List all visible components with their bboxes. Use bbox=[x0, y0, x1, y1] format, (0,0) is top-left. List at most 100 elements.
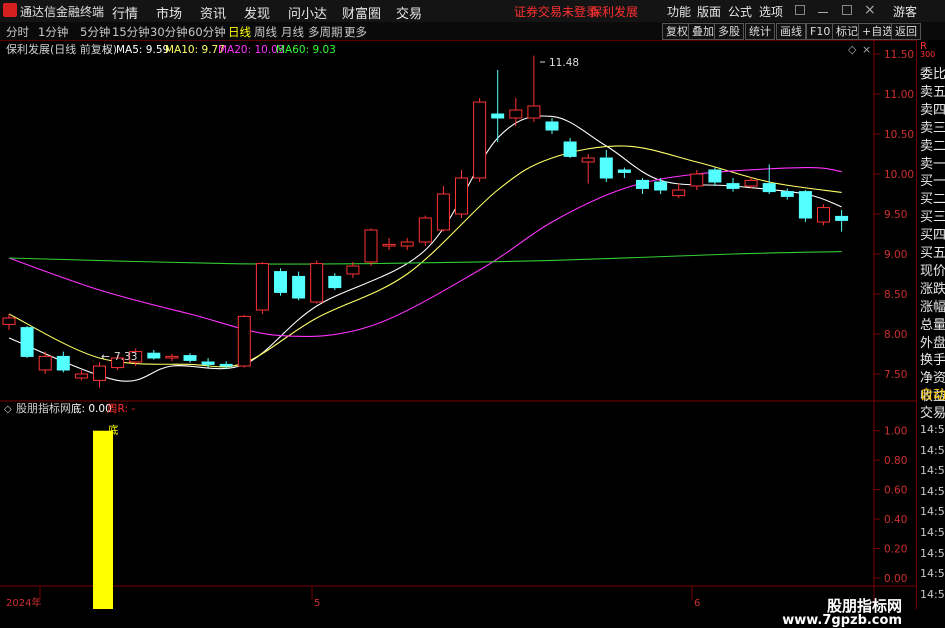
ma20-label: MA20: 10.03 bbox=[218, 44, 285, 56]
menu-bar: 通达信金融终端 行情 市场 资讯 发现 问小达 财富圈 交易 证券交易未登录 保… bbox=[0, 0, 945, 23]
quote-field-label: 涨跌 bbox=[920, 281, 945, 297]
ma10-label: MA10: 9.77 bbox=[165, 44, 225, 56]
menu-layout[interactable]: 版面 bbox=[697, 3, 721, 20]
candle bbox=[672, 183, 686, 198]
y-axis-main: 11.50 11.00 10.50 10.00 9.50 9.00 8.50 8.00 7.50 bbox=[874, 49, 914, 381]
kline-chart[interactable]: 保利发展(日线 前复权) ◇ MA5: 9.59 MA10: 9.77 MA20… bbox=[0, 39, 916, 609]
svg-text:7.33: 7.33 bbox=[114, 351, 137, 363]
login-status[interactable]: 证券交易未登录 bbox=[514, 3, 598, 20]
ind-y-tick-label: 0.60 bbox=[884, 485, 907, 497]
menu-function[interactable]: 功能 bbox=[667, 3, 691, 20]
quote-field-label: 买四 bbox=[920, 228, 945, 244]
menu-item-wealth[interactable]: 财富圈 bbox=[342, 3, 381, 22]
candle bbox=[346, 262, 360, 278]
candle bbox=[563, 138, 577, 158]
toolbar-button[interactable]: 返回 bbox=[891, 23, 921, 40]
quote-field-label: 买五 bbox=[920, 246, 945, 261]
candle bbox=[581, 154, 595, 184]
menu-item-quotes[interactable]: 行情 bbox=[112, 3, 138, 22]
tick-time: 14:56 bbox=[920, 587, 945, 601]
ma60-label: MA60: 9.03 bbox=[276, 44, 336, 56]
close-icon[interactable]: × bbox=[864, 2, 876, 18]
candle bbox=[817, 204, 830, 226]
period-tab[interactable]: 1分钟 bbox=[38, 24, 68, 40]
menu-formula[interactable]: 公式 bbox=[728, 3, 752, 20]
toolbar-button[interactable]: 多股 bbox=[714, 23, 744, 40]
candle bbox=[183, 353, 197, 363]
panel-top-sub: 300 bbox=[920, 50, 936, 59]
quote-field-label: 卖四 bbox=[920, 102, 945, 118]
dropdown-icon[interactable]: ◇ bbox=[104, 45, 112, 56]
menu-item-discover[interactable]: 发现 bbox=[244, 3, 270, 22]
candle bbox=[382, 238, 396, 250]
tick-time: 14:56 bbox=[920, 546, 945, 560]
ma20-line bbox=[8, 167, 842, 338]
quote-field-label: 总量 bbox=[920, 317, 945, 333]
minimize-icon[interactable] bbox=[818, 5, 828, 13]
period-tab[interactable]: 多周期 bbox=[308, 24, 343, 40]
candle bbox=[56, 351, 70, 373]
candle bbox=[617, 167, 631, 178]
x-label-june: 6 bbox=[694, 598, 700, 609]
candle bbox=[455, 170, 468, 218]
candle bbox=[310, 260, 324, 304]
period-tab-more[interactable]: 更多 bbox=[344, 24, 367, 40]
candle bbox=[74, 370, 88, 381]
indicator-dropdown-icon[interactable]: ◇ bbox=[4, 404, 12, 415]
menu-options[interactable]: 选项 bbox=[759, 3, 783, 20]
quote-field-label: 买一 bbox=[920, 174, 945, 190]
quote-field-label: 卖五 bbox=[920, 84, 945, 100]
toolbar-button[interactable]: 画线 bbox=[776, 23, 806, 40]
menu-item-trade[interactable]: 交易 bbox=[396, 3, 422, 22]
auto-label[interactable]: 自动 bbox=[920, 384, 945, 403]
ind-y-tick-label: 0.80 bbox=[884, 455, 907, 467]
indicator-week: 周R: - bbox=[107, 403, 135, 415]
diamond-icon[interactable]: ◇ bbox=[848, 43, 857, 56]
tick-time: 14:56 bbox=[920, 526, 945, 539]
candle bbox=[93, 362, 106, 388]
trade-label[interactable]: 交易 bbox=[920, 402, 945, 421]
candle bbox=[835, 210, 849, 232]
period-tab[interactable]: 5分钟 bbox=[80, 24, 110, 40]
y-tick-label: 8.00 bbox=[884, 329, 907, 341]
toolbar-button[interactable]: F10 bbox=[806, 23, 835, 40]
x-label-may: 5 bbox=[314, 598, 320, 609]
ind-y-tick-label: 1.00 bbox=[884, 426, 907, 438]
candle bbox=[400, 238, 414, 250]
menu-item-news[interactable]: 资讯 bbox=[200, 3, 226, 22]
quote-field-label: 外盘 bbox=[920, 335, 945, 351]
tick-time: 14:56 bbox=[920, 423, 945, 436]
chart-area[interactable]: 保利发展(日线 前复权) ◇ MA5: 9.59 MA10: 9.77 MA20… bbox=[0, 39, 916, 628]
candle bbox=[436, 186, 450, 232]
quote-field-label: 卖二 bbox=[920, 138, 945, 154]
y-tick-label: 11.00 bbox=[884, 89, 914, 101]
indicator-value: 底: 0.00 bbox=[71, 402, 112, 415]
period-tab[interactable]: 分时 bbox=[6, 24, 29, 40]
period-tab[interactable]: 月线 bbox=[281, 24, 304, 40]
close-chart-icon[interactable]: × bbox=[862, 43, 871, 56]
candle bbox=[491, 70, 505, 142]
user-label[interactable]: 游客 bbox=[893, 3, 917, 20]
ma-lines bbox=[8, 115, 842, 382]
y-tick-label: 7.50 bbox=[884, 369, 907, 381]
maximize-icon[interactable] bbox=[842, 5, 852, 15]
period-tab[interactable]: 60分钟 bbox=[188, 24, 226, 40]
candle bbox=[237, 314, 251, 368]
candle bbox=[473, 98, 487, 182]
toolbar-button[interactable]: 统计 bbox=[745, 23, 775, 40]
skin-icon[interactable] bbox=[795, 5, 805, 15]
period-tab-active[interactable]: 日线 bbox=[228, 24, 251, 40]
candle bbox=[147, 350, 161, 360]
candle bbox=[599, 150, 613, 182]
quote-field-label: 买二 bbox=[920, 192, 945, 208]
candle bbox=[255, 262, 269, 314]
ind-y-tick-label: 0.40 bbox=[884, 514, 907, 526]
menu-item-assistant[interactable]: 问小达 bbox=[288, 3, 327, 22]
menu-item-market[interactable]: 市场 bbox=[156, 3, 182, 22]
quote-field-label: 换手 bbox=[920, 353, 945, 369]
period-tab[interactable]: 30分钟 bbox=[150, 24, 188, 40]
period-tab[interactable]: 周线 bbox=[254, 24, 277, 40]
candle bbox=[165, 354, 179, 362]
candle bbox=[545, 118, 559, 134]
period-tab[interactable]: 15分钟 bbox=[112, 24, 150, 40]
